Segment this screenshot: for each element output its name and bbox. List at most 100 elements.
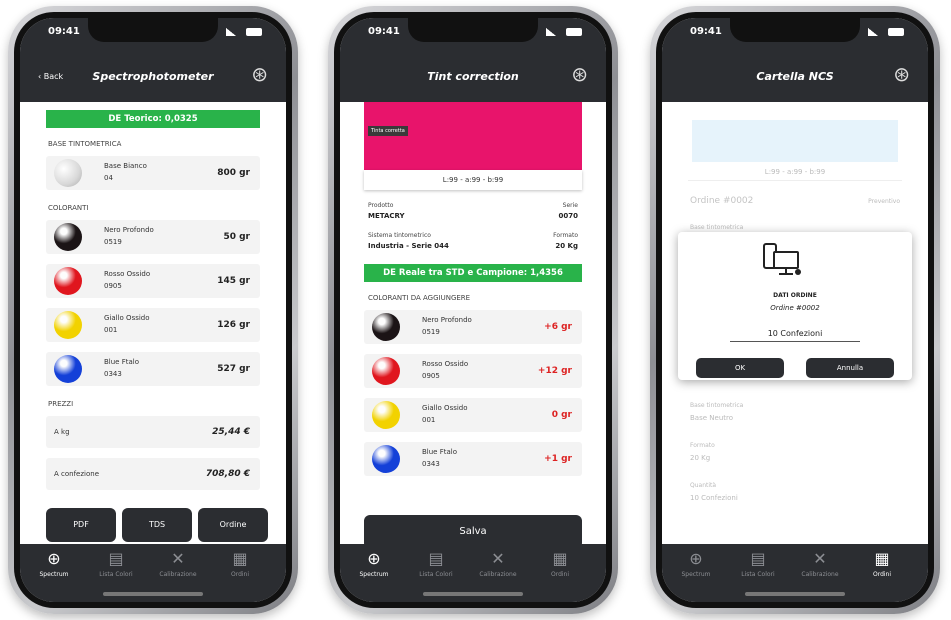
ok-button[interactable]: OK — [696, 358, 784, 378]
lab-values: L:99 - a:99 - b:99 — [764, 168, 826, 176]
sample-color-swatch: Tinta corretta — [364, 102, 582, 170]
base-label: Base tintometrica — [690, 224, 744, 231]
tds-button[interactable]: TDS — [122, 508, 192, 542]
battery-icon — [566, 28, 582, 36]
format-label: Formato — [690, 442, 715, 449]
colorant-qty: 145 gr — [217, 276, 250, 286]
crosshair-icon: ⊕ — [689, 549, 703, 568]
color-preview — [692, 120, 898, 162]
colorant-qty: 527 gr — [217, 364, 250, 374]
colorant-code: 0519 — [422, 328, 440, 336]
tab-calibration[interactable]: ✕ Calibrazione — [148, 549, 208, 579]
tab-calibration[interactable]: ✕ Calibrazione — [790, 549, 850, 579]
order-number: Ordine #0002 — [690, 196, 754, 206]
colorant-swatch — [54, 355, 82, 383]
colorant-name: Rosso Ossido — [104, 270, 151, 278]
colorants-to-add-title: COLORANTI DA AGGIUNGERE — [368, 294, 471, 302]
colorant-qty: 126 gr — [217, 320, 250, 330]
colorant-code: 0905 — [422, 372, 440, 380]
colorant-name: Rosso Ossido — [422, 360, 469, 368]
base-row[interactable]: Base Bianco 04 800 gr — [46, 156, 260, 190]
colorant-name: Nero Profondo — [104, 226, 154, 234]
base-name: Base Bianco — [104, 162, 147, 170]
base-code: 04 — [104, 174, 113, 182]
header-bar: 09:41 Tint correction ⊛ — [340, 18, 606, 102]
tab-bar: ⊕ Spectrum ▤ Lista Colori ✕ Calibrazione ▦ O… — [662, 544, 928, 602]
status-time: 09:41 — [368, 26, 400, 37]
colorant-name: Blue Ftalo — [104, 358, 140, 366]
system-label: Sistema tintometrico — [368, 232, 431, 239]
fingerprint-icon[interactable]: ⊛ — [893, 64, 910, 84]
lab-values: L:99 - a:99 - b:99 — [364, 170, 582, 190]
tab-spectrum[interactable]: ⊕ Spectrum — [666, 549, 726, 579]
calibration-icon: ✕ — [171, 549, 185, 568]
cancel-button[interactable]: Annulla — [806, 358, 894, 378]
page-title: Spectrophotometer — [92, 70, 214, 83]
tab-color-list[interactable]: ▤ Lista Colori — [406, 550, 466, 579]
tab-spectrum[interactable]: ⊕ Spectrum — [24, 550, 84, 579]
colorant-name: Nero Profondo — [422, 316, 472, 324]
fingerprint-icon[interactable]: ⊛ — [251, 64, 268, 84]
status-time: 09:41 — [690, 26, 722, 37]
page-title: Tint correction — [427, 70, 519, 83]
colorant-row[interactable]: Giallo Ossido 001 0 gr — [364, 398, 582, 432]
colorant-row[interactable]: Nero Profondo 0519 +6 gr — [364, 310, 582, 344]
tab-orders[interactable]: ▦ Ordini — [852, 549, 912, 579]
system-value: Industria - Serie 044 — [368, 242, 449, 250]
tab-bar: ⊕ Spectrum ▤ Lista Colori ✕ Calibrazione ▦ O… — [20, 544, 286, 602]
pdf-button[interactable]: PDF — [46, 508, 116, 542]
colorant-row[interactable]: Blue Ftalo 0343 527 gr — [46, 352, 260, 386]
colorant-qty: 0 gr — [551, 410, 572, 420]
quantity-label: Quantità — [690, 482, 717, 489]
screen-ncs-card: 09:41 Cartella NCS ⊛ L:99 - a:99 - b:99 … — [662, 18, 928, 602]
tab-orders[interactable]: ▦ Ordini — [210, 549, 270, 579]
quantity-input[interactable]: 10 Confezioni — [730, 326, 860, 342]
colorant-qty: +6 gr — [544, 322, 572, 332]
fingerprint-icon[interactable]: ⊛ — [571, 64, 588, 84]
screen-spectrophotometer: 09:41 ‹ Back Spectrophotometer ⊛ DE Teor… — [20, 18, 286, 602]
calibration-icon: ✕ — [813, 549, 827, 568]
base-section-title: BASE TINTOMETRICA — [48, 140, 122, 148]
colorants-section-title: COLORANTI — [48, 204, 89, 212]
format-value: 20 Kg — [555, 242, 578, 250]
phone-tint-correction: 09:41 Tint correction ⊛ Tinta corretta L… — [328, 6, 618, 614]
tab-spectrum[interactable]: ⊕ Spectrum — [344, 550, 404, 579]
colorant-code: 0905 — [104, 282, 122, 290]
colorant-code: 0343 — [104, 370, 122, 378]
colorant-code: 001 — [422, 416, 436, 424]
price-label: A confezione — [54, 470, 99, 478]
colorant-code: 001 — [104, 326, 118, 334]
price-row: A confezione 708,80 € — [46, 458, 260, 490]
colorant-row[interactable]: Rosso Ossido 0905 +12 gr — [364, 354, 582, 388]
product-value: METACRY — [368, 212, 405, 220]
dialog-title: DATI ORDINE — [773, 292, 817, 299]
tab-color-list[interactable]: ▤ Lista Colori — [86, 549, 146, 579]
price-value: 25,44 € — [212, 427, 250, 437]
quantity-value: 10 Confezioni — [690, 494, 738, 502]
tab-orders[interactable]: ▦ Ordini — [530, 550, 590, 579]
white-base-swatch — [54, 159, 82, 187]
series-label: Serie — [562, 202, 578, 209]
phone-ncs-card: 09:41 Cartella NCS ⊛ L:99 - a:99 - b:99 … — [650, 6, 940, 614]
prices-section-title: PREZZI — [48, 400, 74, 408]
document-icon: ▤ — [108, 549, 124, 568]
page-title: Cartella NCS — [756, 70, 834, 83]
colorant-row[interactable]: Blue Ftalo 0343 +1 gr — [364, 442, 582, 476]
dialog-subtitle: Ordine #0002 — [770, 304, 820, 312]
order-status: Preventivo — [868, 198, 900, 205]
tab-color-list[interactable]: ▤ Lista Colori — [728, 550, 788, 579]
base-value: Base Neutro — [690, 414, 734, 422]
order-button[interactable]: Ordine — [198, 508, 268, 542]
devices-icon — [763, 243, 801, 275]
tab-calibration[interactable]: ✕ Calibrazione — [468, 550, 528, 579]
orders-icon: ▦ — [874, 549, 890, 568]
price-label: A kg — [54, 428, 70, 436]
colorant-row[interactable]: Giallo Ossido 001 126 gr — [46, 308, 260, 342]
signal-icon — [226, 28, 236, 36]
app-showcase: 09:41 ‹ Back Spectrophotometer ⊛ DE Teor… — [0, 0, 951, 620]
colorant-row[interactable]: Rosso Ossido 0905 145 gr — [46, 264, 260, 298]
signal-icon — [868, 28, 878, 36]
colorant-row[interactable]: Nero Profondo 0519 50 gr — [46, 220, 260, 254]
orders-icon: ▦ — [232, 549, 248, 568]
colorant-swatch — [54, 223, 82, 251]
